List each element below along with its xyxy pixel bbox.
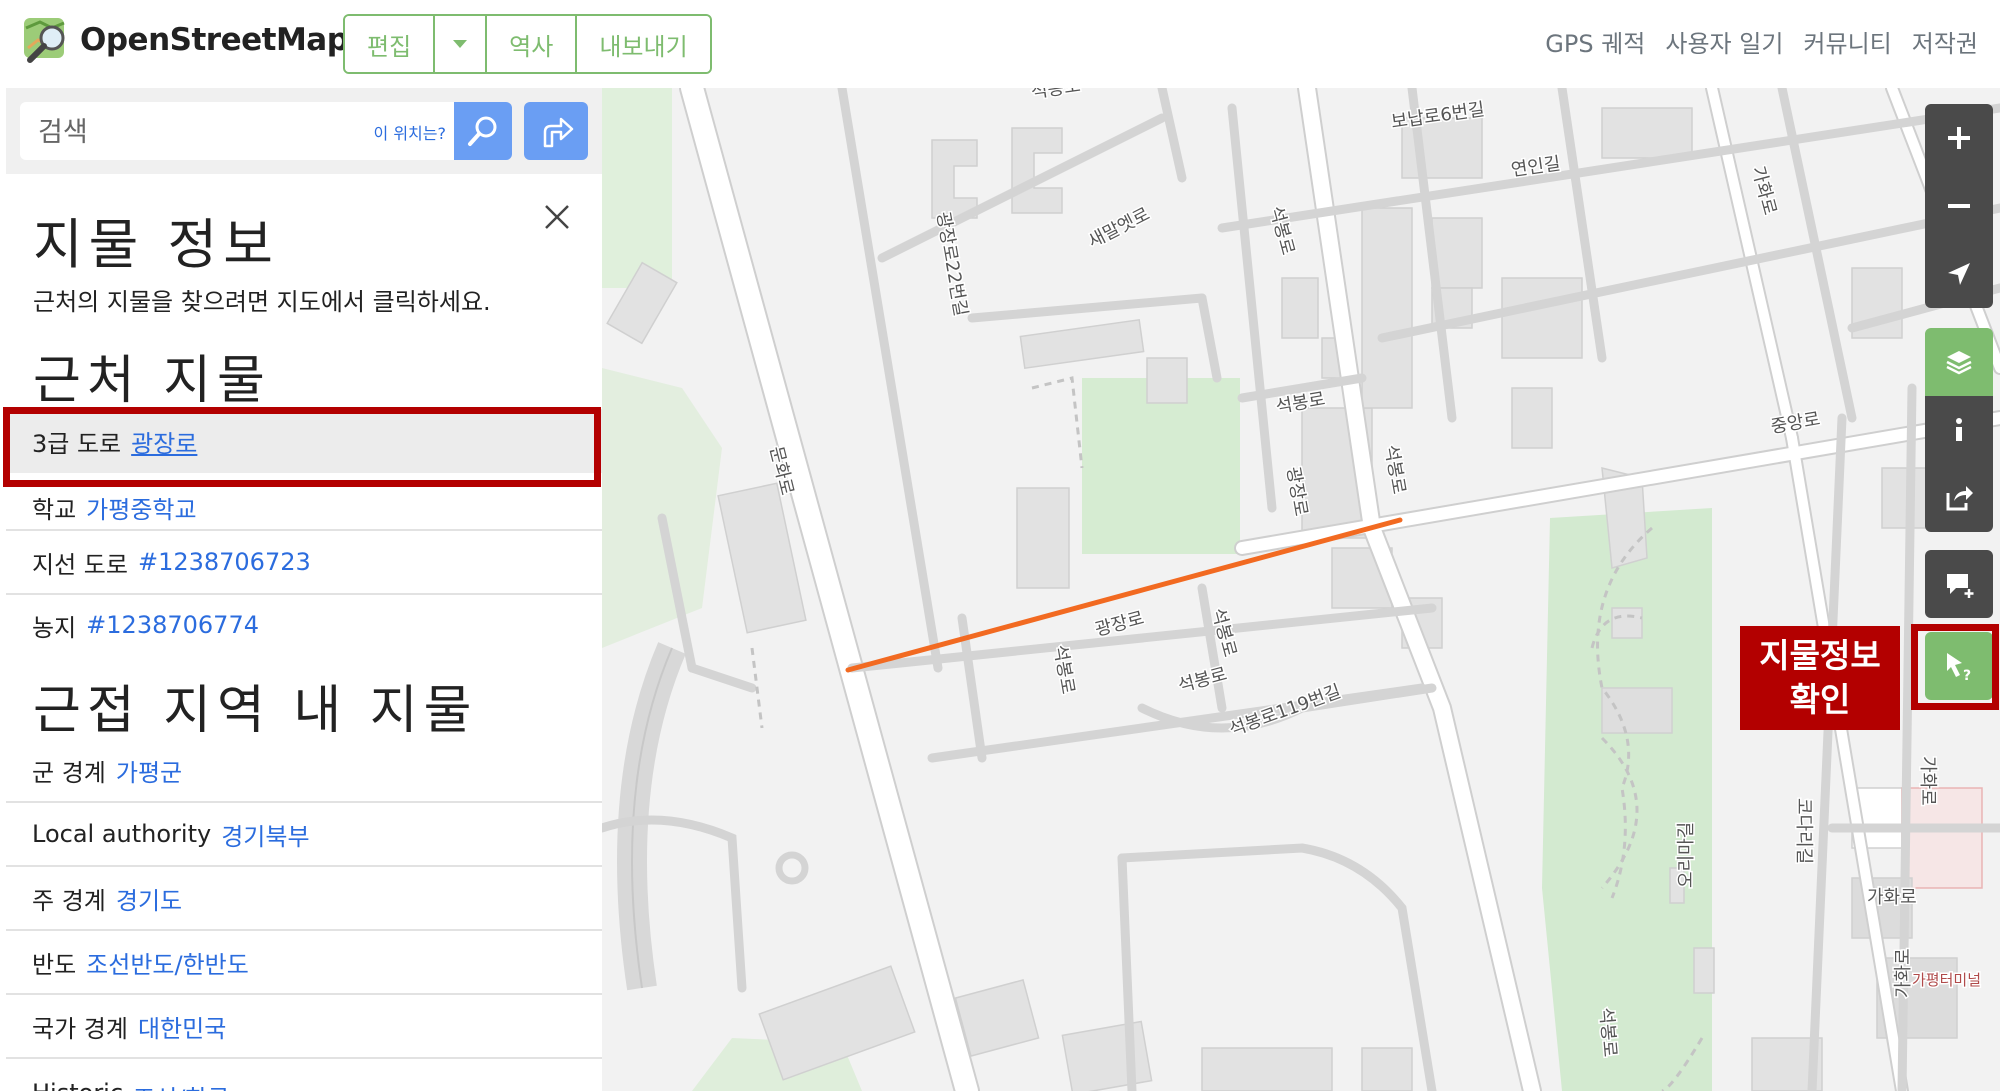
panel-subtitle: 근처의 지물을 찾으려면 지도에서 클릭하세요. xyxy=(33,288,491,316)
feature-type: 국가 경계 xyxy=(32,1014,128,1043)
feature-link[interactable]: 경기북부 xyxy=(221,817,309,852)
search-box: 이 위치는? xyxy=(20,102,460,162)
map-label: 석봉로 xyxy=(1380,443,1409,496)
map-label: 석봉로 xyxy=(1595,1007,1620,1058)
callout-line-1: 지물정보 xyxy=(1759,636,1881,675)
feature-type: 군 경계 xyxy=(32,758,106,787)
callout-line-2: 확인 xyxy=(1789,680,1851,719)
feature-link[interactable]: 대한민국 xyxy=(138,1009,226,1044)
zoom-out-button[interactable] xyxy=(1925,172,1993,240)
edit-dropdown-button[interactable] xyxy=(435,16,488,72)
brand-name: OpenStreetMap xyxy=(80,22,349,58)
feature-type: 주 경계 xyxy=(32,886,106,915)
top-header: OpenStreetMap 편집 역사 내보내기 GPS 궤적 사용자 일기 커… xyxy=(0,0,2000,88)
note-icon xyxy=(1947,574,1974,598)
zoom-out-icon xyxy=(1948,204,1970,208)
map-label: 가화로 xyxy=(1867,887,1917,908)
map-label: 오리마길 xyxy=(1676,822,1697,888)
highlight-annotation-box xyxy=(3,407,601,487)
history-button[interactable]: 역사 xyxy=(487,16,578,72)
panel-title: 지물 정보 xyxy=(33,213,279,276)
osm-logo-icon xyxy=(22,14,74,66)
nav-community[interactable]: 커뮤니티 xyxy=(1803,24,1891,59)
map-label: 새말엣로 xyxy=(1085,204,1154,253)
enclosing-item[interactable]: 반도 조선반도/한반도 xyxy=(6,931,602,995)
query-annotation-box xyxy=(1911,624,1999,710)
feature-link[interactable]: 조선반도/한반도 xyxy=(86,945,249,980)
query-callout-label: 지물정보 확인 xyxy=(1740,626,1900,730)
enclosing-item[interactable]: Historic 조선/한국 xyxy=(6,1061,602,1091)
zoom-in-button[interactable] xyxy=(1925,104,1993,172)
layers-button[interactable] xyxy=(1925,328,1993,396)
layers-icon xyxy=(1946,351,1972,375)
edit-button[interactable]: 편집 xyxy=(345,16,436,72)
locate-icon xyxy=(1948,263,1970,285)
nav-gps-traces[interactable]: GPS 궤적 xyxy=(1545,24,1645,59)
feature-type: 반도 xyxy=(32,950,77,979)
feature-type: 학교 xyxy=(32,495,77,524)
map-label: 가화로 xyxy=(1893,948,1914,998)
nearby-item[interactable]: 학교 가평중학교 xyxy=(6,485,602,531)
feature-type: 지선 도로 xyxy=(32,550,128,579)
nearby-item[interactable]: 농지 #1238706774 xyxy=(6,595,602,655)
close-icon[interactable] xyxy=(540,200,574,234)
search-icon xyxy=(468,116,497,146)
nearby-item[interactable]: 지선 도로 #1238706723 xyxy=(6,531,602,595)
secondary-nav: GPS 궤적 사용자 일기 커뮤니티 저작권 xyxy=(1545,24,1978,59)
nearby-features-heading: 근처 지물 xyxy=(33,351,271,411)
locate-button[interactable] xyxy=(1925,240,1993,308)
feature-type: Historic xyxy=(32,1079,123,1091)
export-button[interactable]: 내보내기 xyxy=(577,16,710,72)
feature-link[interactable]: 경기도 xyxy=(116,881,182,916)
feature-type: 농지 xyxy=(32,613,77,642)
map-canvas[interactable]: 보납로6번길 연인길 가화로 새말엣로 광장로22번길 석봉로 석봉로 광장로 … xyxy=(602,88,2000,1091)
map-label: 가평터미널 xyxy=(1912,971,1981,989)
map-label: 석봉로 xyxy=(1265,204,1298,257)
map-label: 중앙로 xyxy=(1769,409,1822,438)
directions-button[interactable] xyxy=(524,102,588,160)
map-label: 석봉로 xyxy=(1049,643,1078,696)
map-svg: 보납로6번길 연인길 가화로 새말엣로 광장로22번길 석봉로 석봉로 광장로 … xyxy=(602,88,2000,1091)
map-label: 가화로 xyxy=(1917,756,1938,806)
feature-link[interactable]: #1238706774 xyxy=(86,611,259,639)
feature-link[interactable]: 조선/한국 xyxy=(133,1079,229,1091)
nav-user-diaries[interactable]: 사용자 일기 xyxy=(1665,24,1783,59)
zoom-in-icon xyxy=(1948,127,1970,149)
info-icon xyxy=(1956,418,1962,441)
site-logo[interactable]: OpenStreetMap xyxy=(22,14,349,66)
enclosing-item[interactable]: 주 경계 경기도 xyxy=(6,867,602,931)
share-button[interactable] xyxy=(1925,464,1993,532)
map-info-button[interactable] xyxy=(1925,396,1993,464)
map-label: 광장로22번길 xyxy=(932,210,971,318)
share-icon xyxy=(1946,486,1973,511)
search-bar: 이 위치는? xyxy=(6,88,602,174)
map-label: 코다리길 xyxy=(1793,798,1814,864)
sidebar: 이 위치는? 지물 정보 근처의 지물을 찾으려면 지도에서 클릭하세요. 근처… xyxy=(6,88,602,1091)
feature-type: Local authority xyxy=(32,820,212,848)
nav-copyright[interactable]: 저작권 xyxy=(1912,24,1978,59)
caret-down-icon xyxy=(453,40,468,48)
enclosing-item[interactable]: 군 경계 가평군 xyxy=(6,739,602,803)
feature-link[interactable]: #1238706723 xyxy=(138,548,311,576)
enclosing-item[interactable]: Local authority 경기북부 xyxy=(6,803,602,867)
feature-link[interactable]: 가평중학교 xyxy=(86,490,196,525)
where-is-this-link[interactable]: 이 위치는? xyxy=(374,120,446,144)
enclosing-item[interactable]: 국가 경계 대한민국 xyxy=(6,995,602,1059)
enclosing-features-heading: 근접 지역 내 지물 xyxy=(33,681,478,741)
search-input[interactable] xyxy=(36,102,300,162)
add-note-button[interactable] xyxy=(1925,550,1993,618)
search-button[interactable] xyxy=(454,102,512,160)
feature-link[interactable]: 가평군 xyxy=(116,753,182,788)
directions-icon xyxy=(543,117,574,148)
edit-button-group: 편집 역사 내보내기 xyxy=(343,14,712,74)
map-label: 가화로 xyxy=(1747,164,1780,217)
map-label: 석봉로 xyxy=(1030,88,1082,103)
